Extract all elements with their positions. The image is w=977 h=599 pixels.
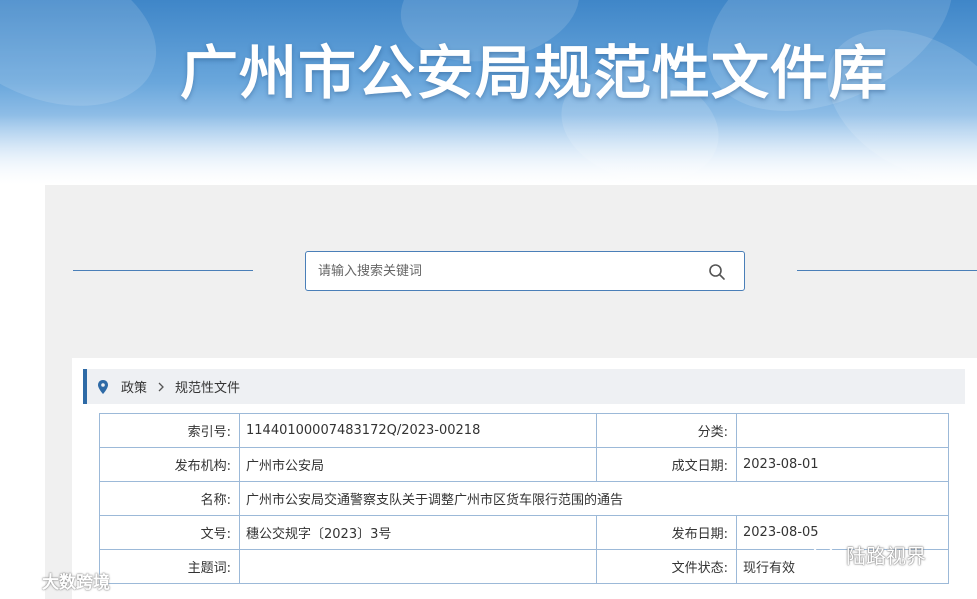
watermark-right-text: 陆路视界: [846, 544, 926, 568]
watermark-right: 陆路视界: [812, 540, 926, 569]
breadcrumb: 政策 规范性文件: [83, 369, 965, 404]
site-title: 广州市公安局规范性文件库: [180, 39, 889, 107]
search-input[interactable]: [318, 260, 698, 282]
publish-date-label: 发布日期:: [596, 515, 737, 550]
search-divider-left: [73, 270, 253, 271]
category-value: [736, 413, 949, 448]
document-number-label: 文号:: [99, 515, 240, 550]
index-number-label: 索引号:: [99, 413, 240, 448]
keywords-label: 主题词:: [99, 549, 240, 584]
document-name-label: 名称:: [99, 481, 240, 516]
search-icon[interactable]: [708, 263, 726, 281]
banner-fade: [0, 115, 977, 185]
table-row: 发布机构: 广州市公安局 成文日期: 2023-08-01: [99, 447, 949, 482]
header-banner: 广州市公安局规范性文件库: [0, 0, 977, 185]
publisher-label: 发布机构:: [99, 447, 240, 482]
wechat-icon: [813, 544, 839, 565]
table-row: 索引号: 11440100007483172Q/2023-00218 分类:: [99, 413, 949, 448]
banner-decoration: [0, 0, 178, 134]
watermark-left-text: 大数跨境: [42, 573, 110, 593]
document-status-label: 文件状态:: [596, 549, 737, 584]
chevron-right-icon: [158, 382, 164, 391]
location-pin-icon: [98, 379, 108, 394]
search-divider-right: [797, 270, 977, 271]
search-box[interactable]: [305, 251, 745, 291]
breadcrumb-item-policy[interactable]: 政策: [121, 377, 147, 396]
logo-icon: [9, 575, 41, 588]
index-number-value: 11440100007483172Q/2023-00218: [239, 413, 597, 448]
breadcrumb-item-normative-docs[interactable]: 规范性文件: [175, 377, 240, 396]
watermark-left: 大数跨境: [8, 568, 110, 593]
table-row: 名称: 广州市公安局交通警察支队关于调整广州市区货车限行范围的通告: [99, 481, 949, 516]
written-date-value: 2023-08-01: [736, 447, 949, 482]
publisher-value: 广州市公安局: [239, 447, 597, 482]
written-date-label: 成文日期:: [596, 447, 737, 482]
document-number-value: 穗公交规字〔2023〕3号: [239, 515, 597, 550]
keywords-value: [239, 549, 597, 584]
category-label: 分类:: [596, 413, 737, 448]
document-name-value: 广州市公安局交通警察支队关于调整广州市区货车限行范围的通告: [239, 481, 949, 516]
